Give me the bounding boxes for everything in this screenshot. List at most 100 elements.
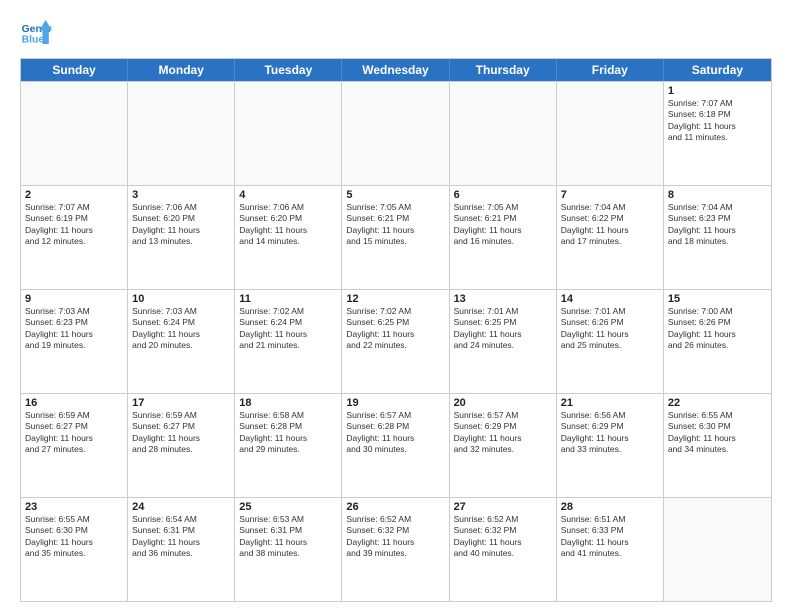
calendar-cell: 9Sunrise: 7:03 AM Sunset: 6:23 PM Daylig…: [21, 290, 128, 393]
calendar-cell: 16Sunrise: 6:59 AM Sunset: 6:27 PM Dayli…: [21, 394, 128, 497]
calendar-cell: 23Sunrise: 6:55 AM Sunset: 6:30 PM Dayli…: [21, 498, 128, 601]
weeks: 1Sunrise: 7:07 AM Sunset: 6:18 PM Daylig…: [21, 81, 771, 601]
calendar-cell: 20Sunrise: 6:57 AM Sunset: 6:29 PM Dayli…: [450, 394, 557, 497]
cell-day-number: 12: [346, 293, 444, 305]
cell-day-number: 2: [25, 189, 123, 201]
cell-day-number: 25: [239, 501, 337, 513]
calendar-cell: 25Sunrise: 6:53 AM Sunset: 6:31 PM Dayli…: [235, 498, 342, 601]
day-header-monday: Monday: [128, 59, 235, 81]
cell-day-number: 21: [561, 397, 659, 409]
cell-day-number: 6: [454, 189, 552, 201]
cell-info: Sunrise: 6:59 AM Sunset: 6:27 PM Dayligh…: [132, 410, 230, 456]
day-header-wednesday: Wednesday: [342, 59, 449, 81]
cell-info: Sunrise: 6:59 AM Sunset: 6:27 PM Dayligh…: [25, 410, 123, 456]
calendar: SundayMondayTuesdayWednesdayThursdayFrid…: [20, 58, 772, 602]
cell-info: Sunrise: 6:55 AM Sunset: 6:30 PM Dayligh…: [668, 410, 767, 456]
cell-info: Sunrise: 6:51 AM Sunset: 6:33 PM Dayligh…: [561, 514, 659, 560]
cell-info: Sunrise: 6:56 AM Sunset: 6:29 PM Dayligh…: [561, 410, 659, 456]
cell-info: Sunrise: 7:05 AM Sunset: 6:21 PM Dayligh…: [346, 202, 444, 248]
calendar-cell: 18Sunrise: 6:58 AM Sunset: 6:28 PM Dayli…: [235, 394, 342, 497]
cell-info: Sunrise: 7:07 AM Sunset: 6:18 PM Dayligh…: [668, 98, 767, 144]
cell-info: Sunrise: 6:52 AM Sunset: 6:32 PM Dayligh…: [454, 514, 552, 560]
day-header-tuesday: Tuesday: [235, 59, 342, 81]
cell-day-number: 3: [132, 189, 230, 201]
cell-info: Sunrise: 7:04 AM Sunset: 6:22 PM Dayligh…: [561, 202, 659, 248]
cell-info: Sunrise: 6:55 AM Sunset: 6:30 PM Dayligh…: [25, 514, 123, 560]
cell-info: Sunrise: 7:03 AM Sunset: 6:23 PM Dayligh…: [25, 306, 123, 352]
svg-text:Blue: Blue: [22, 34, 45, 45]
cell-day-number: 13: [454, 293, 552, 305]
cell-info: Sunrise: 6:54 AM Sunset: 6:31 PM Dayligh…: [132, 514, 230, 560]
cell-info: Sunrise: 7:01 AM Sunset: 6:26 PM Dayligh…: [561, 306, 659, 352]
cell-day-number: 10: [132, 293, 230, 305]
calendar-cell: 12Sunrise: 7:02 AM Sunset: 6:25 PM Dayli…: [342, 290, 449, 393]
cell-day-number: 9: [25, 293, 123, 305]
week-row-4: 23Sunrise: 6:55 AM Sunset: 6:30 PM Dayli…: [21, 497, 771, 601]
calendar-cell: 22Sunrise: 6:55 AM Sunset: 6:30 PM Dayli…: [664, 394, 771, 497]
cell-info: Sunrise: 7:02 AM Sunset: 6:25 PM Dayligh…: [346, 306, 444, 352]
header: General Blue: [20, 16, 772, 48]
calendar-cell: [21, 82, 128, 185]
cell-info: Sunrise: 7:07 AM Sunset: 6:19 PM Dayligh…: [25, 202, 123, 248]
cell-info: Sunrise: 6:57 AM Sunset: 6:29 PM Dayligh…: [454, 410, 552, 456]
calendar-cell: 15Sunrise: 7:00 AM Sunset: 6:26 PM Dayli…: [664, 290, 771, 393]
calendar-cell: 19Sunrise: 6:57 AM Sunset: 6:28 PM Dayli…: [342, 394, 449, 497]
week-row-3: 16Sunrise: 6:59 AM Sunset: 6:27 PM Dayli…: [21, 393, 771, 497]
logo: General Blue: [20, 16, 52, 48]
cell-day-number: 26: [346, 501, 444, 513]
cell-info: Sunrise: 6:58 AM Sunset: 6:28 PM Dayligh…: [239, 410, 337, 456]
calendar-cell: 2Sunrise: 7:07 AM Sunset: 6:19 PM Daylig…: [21, 186, 128, 289]
cell-info: Sunrise: 7:02 AM Sunset: 6:24 PM Dayligh…: [239, 306, 337, 352]
cell-info: Sunrise: 7:01 AM Sunset: 6:25 PM Dayligh…: [454, 306, 552, 352]
day-headers: SundayMondayTuesdayWednesdayThursdayFrid…: [21, 59, 771, 81]
cell-day-number: 18: [239, 397, 337, 409]
day-header-saturday: Saturday: [664, 59, 771, 81]
logo-icon: General Blue: [20, 16, 52, 48]
calendar-cell: 8Sunrise: 7:04 AM Sunset: 6:23 PM Daylig…: [664, 186, 771, 289]
calendar-cell: 6Sunrise: 7:05 AM Sunset: 6:21 PM Daylig…: [450, 186, 557, 289]
calendar-cell: 13Sunrise: 7:01 AM Sunset: 6:25 PM Dayli…: [450, 290, 557, 393]
calendar-cell: 24Sunrise: 6:54 AM Sunset: 6:31 PM Dayli…: [128, 498, 235, 601]
cell-info: Sunrise: 7:03 AM Sunset: 6:24 PM Dayligh…: [132, 306, 230, 352]
cell-day-number: 17: [132, 397, 230, 409]
calendar-cell: 21Sunrise: 6:56 AM Sunset: 6:29 PM Dayli…: [557, 394, 664, 497]
cell-day-number: 24: [132, 501, 230, 513]
calendar-cell: 26Sunrise: 6:52 AM Sunset: 6:32 PM Dayli…: [342, 498, 449, 601]
cell-day-number: 14: [561, 293, 659, 305]
cell-day-number: 22: [668, 397, 767, 409]
day-header-thursday: Thursday: [450, 59, 557, 81]
calendar-cell: [557, 82, 664, 185]
calendar-cell: 4Sunrise: 7:06 AM Sunset: 6:20 PM Daylig…: [235, 186, 342, 289]
cell-info: Sunrise: 7:04 AM Sunset: 6:23 PM Dayligh…: [668, 202, 767, 248]
page: General Blue SundayMondayTuesdayWednesda…: [0, 0, 792, 612]
calendar-cell: [664, 498, 771, 601]
cell-day-number: 5: [346, 189, 444, 201]
cell-day-number: 23: [25, 501, 123, 513]
cell-day-number: 19: [346, 397, 444, 409]
cell-info: Sunrise: 7:06 AM Sunset: 6:20 PM Dayligh…: [132, 202, 230, 248]
calendar-cell: 14Sunrise: 7:01 AM Sunset: 6:26 PM Dayli…: [557, 290, 664, 393]
week-row-0: 1Sunrise: 7:07 AM Sunset: 6:18 PM Daylig…: [21, 81, 771, 185]
cell-info: Sunrise: 6:57 AM Sunset: 6:28 PM Dayligh…: [346, 410, 444, 456]
calendar-cell: 3Sunrise: 7:06 AM Sunset: 6:20 PM Daylig…: [128, 186, 235, 289]
calendar-cell: 10Sunrise: 7:03 AM Sunset: 6:24 PM Dayli…: [128, 290, 235, 393]
week-row-2: 9Sunrise: 7:03 AM Sunset: 6:23 PM Daylig…: [21, 289, 771, 393]
cell-day-number: 8: [668, 189, 767, 201]
cell-day-number: 1: [668, 85, 767, 97]
cell-info: Sunrise: 7:05 AM Sunset: 6:21 PM Dayligh…: [454, 202, 552, 248]
calendar-cell: 1Sunrise: 7:07 AM Sunset: 6:18 PM Daylig…: [664, 82, 771, 185]
cell-day-number: 4: [239, 189, 337, 201]
calendar-cell: 28Sunrise: 6:51 AM Sunset: 6:33 PM Dayli…: [557, 498, 664, 601]
cell-day-number: 28: [561, 501, 659, 513]
week-row-1: 2Sunrise: 7:07 AM Sunset: 6:19 PM Daylig…: [21, 185, 771, 289]
calendar-cell: [342, 82, 449, 185]
cell-day-number: 27: [454, 501, 552, 513]
calendar-cell: [450, 82, 557, 185]
cell-info: Sunrise: 7:06 AM Sunset: 6:20 PM Dayligh…: [239, 202, 337, 248]
calendar-cell: [235, 82, 342, 185]
cell-day-number: 20: [454, 397, 552, 409]
calendar-cell: 7Sunrise: 7:04 AM Sunset: 6:22 PM Daylig…: [557, 186, 664, 289]
calendar-cell: 5Sunrise: 7:05 AM Sunset: 6:21 PM Daylig…: [342, 186, 449, 289]
calendar-cell: 27Sunrise: 6:52 AM Sunset: 6:32 PM Dayli…: [450, 498, 557, 601]
day-header-friday: Friday: [557, 59, 664, 81]
